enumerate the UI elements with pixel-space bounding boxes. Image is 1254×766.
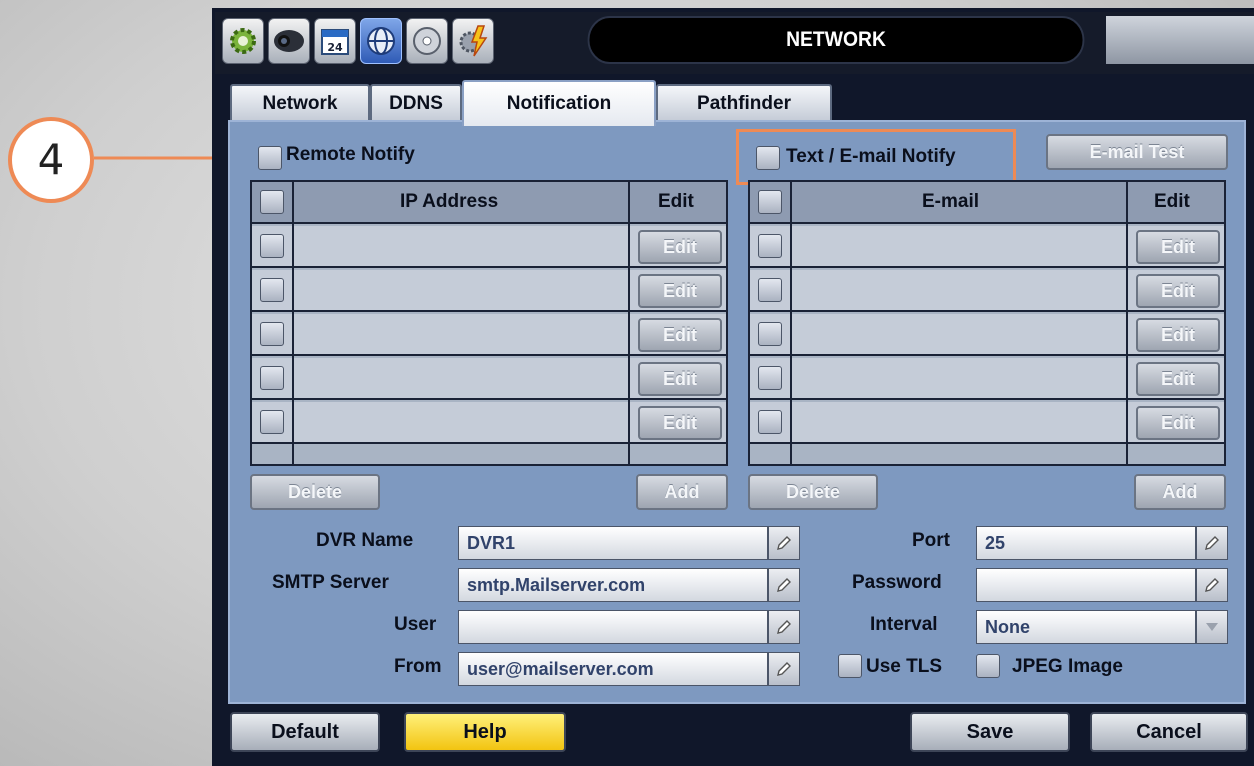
row-edit-button[interactable]: Edit (638, 406, 722, 440)
row-checkbox[interactable] (758, 234, 782, 258)
row-edit-button[interactable]: Edit (638, 318, 722, 352)
save-button[interactable]: Save (910, 712, 1070, 752)
tab-network[interactable]: Network (230, 84, 370, 122)
dvr-name-field[interactable]: DVR1 (458, 526, 768, 560)
edit-pencil-icon[interactable] (1196, 526, 1228, 560)
network-globe-icon[interactable] (360, 18, 402, 64)
row-edit-button[interactable]: Edit (1136, 406, 1220, 440)
calendar-icon[interactable]: 24 (314, 18, 356, 64)
row-checkbox[interactable] (260, 322, 284, 346)
column-edit: Edit (1154, 191, 1190, 212)
column-email: E-mail (922, 191, 980, 212)
event-gear-icon[interactable] (452, 18, 494, 64)
menu-title: NETWORK (587, 16, 1085, 64)
email-test-button[interactable]: E-mail Test (1046, 134, 1228, 170)
port-field[interactable]: 25 (976, 526, 1196, 560)
email-delete-button[interactable]: Delete (748, 474, 878, 510)
gear-icon[interactable] (222, 18, 264, 64)
table-row: Edit (252, 270, 726, 312)
interval-select[interactable]: None (976, 610, 1196, 644)
row-edit-button[interactable]: Edit (1136, 318, 1220, 352)
select-all-checkbox[interactable] (260, 190, 284, 214)
dvr-name-label: DVR Name (316, 530, 414, 551)
smtp-server-label: SMTP Server (272, 572, 389, 593)
edit-pencil-icon[interactable] (1196, 568, 1228, 602)
user-label: User (394, 614, 437, 635)
password-label: Password (852, 572, 942, 593)
select-all-checkbox[interactable] (758, 190, 782, 214)
row-checkbox[interactable] (758, 410, 782, 434)
toolbar-right-panel (1106, 16, 1254, 64)
row-checkbox[interactable] (758, 366, 782, 390)
help-button[interactable]: Help (404, 712, 566, 752)
column-edit: Edit (658, 191, 694, 212)
column-divider (1126, 182, 1128, 464)
table-header: IP Address Edit (252, 182, 726, 224)
edit-pencil-icon[interactable] (768, 652, 800, 686)
ip-address-table: IP Address Edit Edit Edit Edit Edit Edit (250, 180, 728, 466)
tab-notification[interactable]: Notification (462, 80, 656, 126)
email-add-button[interactable]: Add (1134, 474, 1226, 510)
row-edit-button[interactable]: Edit (638, 274, 722, 308)
from-label: From (394, 656, 442, 677)
remote-notify-label: Remote Notify (286, 144, 415, 165)
row-checkbox[interactable] (758, 278, 782, 302)
row-checkbox[interactable] (260, 366, 284, 390)
jpeg-image-label: JPEG Image (1012, 656, 1123, 677)
table-row: Edit (252, 402, 726, 444)
row-checkbox[interactable] (260, 278, 284, 302)
row-edit-button[interactable]: Edit (1136, 274, 1220, 308)
disc-icon[interactable] (406, 18, 448, 64)
email-table: E-mail Edit Edit Edit Edit Edit Edit (748, 180, 1226, 466)
table-row: Edit (750, 226, 1224, 268)
svg-text:24: 24 (327, 41, 343, 54)
edit-pencil-icon[interactable] (768, 610, 800, 644)
step-callout: 4 (8, 117, 94, 203)
email-notify-label: Text / E-mail Notify (786, 146, 956, 167)
row-edit-button[interactable]: Edit (1136, 362, 1220, 396)
row-checkbox[interactable] (260, 234, 284, 258)
table-row: Edit (750, 314, 1224, 356)
column-divider (292, 182, 294, 464)
row-checkbox[interactable] (758, 322, 782, 346)
row-edit-button[interactable]: Edit (1136, 230, 1220, 264)
table-row: Edit (750, 270, 1224, 312)
camera-icon[interactable] (268, 18, 310, 64)
table-header: E-mail Edit (750, 182, 1224, 224)
use-tls-label: Use TLS (866, 656, 943, 677)
edit-pencil-icon[interactable] (768, 526, 800, 560)
email-notify-checkbox[interactable] (756, 146, 780, 170)
table-row: Edit (750, 402, 1224, 444)
use-tls-checkbox[interactable] (838, 654, 862, 678)
row-edit-button[interactable]: Edit (638, 230, 722, 264)
from-field[interactable]: user@mailserver.com (458, 652, 768, 686)
column-divider (628, 182, 630, 464)
cancel-button[interactable]: Cancel (1090, 712, 1248, 752)
password-field[interactable] (976, 568, 1196, 602)
table-row: Edit (750, 358, 1224, 400)
user-field[interactable] (458, 610, 768, 644)
column-ip-address: IP Address (400, 191, 499, 212)
dropdown-arrow-icon[interactable] (1196, 610, 1228, 644)
tab-pathfinder[interactable]: Pathfinder (656, 84, 832, 122)
table-row: Edit (252, 314, 726, 356)
table-row: Edit (252, 358, 726, 400)
row-edit-button[interactable]: Edit (638, 362, 722, 396)
remote-delete-button[interactable]: Delete (250, 474, 380, 510)
port-label: Port (912, 530, 950, 551)
row-checkbox[interactable] (260, 410, 284, 434)
smtp-server-field[interactable]: smtp.Mailserver.com (458, 568, 768, 602)
tab-ddns[interactable]: DDNS (370, 84, 462, 122)
jpeg-image-checkbox[interactable] (976, 654, 1000, 678)
default-button[interactable]: Default (230, 712, 380, 752)
interval-label: Interval (870, 614, 938, 635)
remote-add-button[interactable]: Add (636, 474, 728, 510)
table-row: Edit (252, 226, 726, 268)
remote-notify-checkbox[interactable] (258, 146, 282, 170)
edit-pencil-icon[interactable] (768, 568, 800, 602)
column-divider (790, 182, 792, 464)
